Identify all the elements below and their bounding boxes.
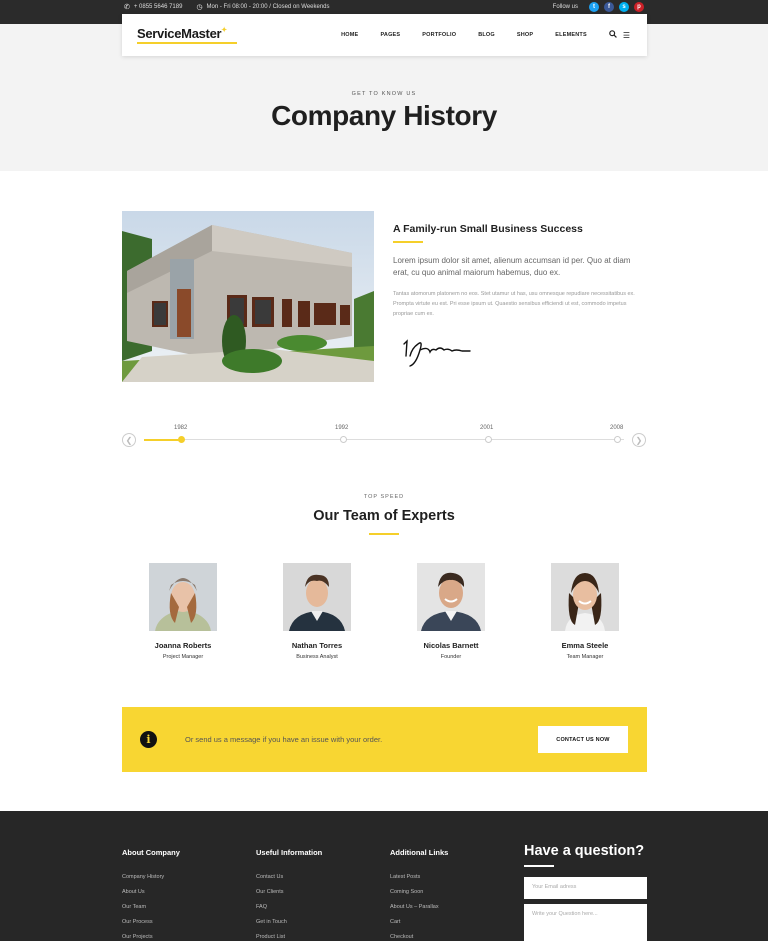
footer-link[interactable]: Cart (390, 919, 400, 925)
footer-link[interactable]: About Us – Parallax (390, 904, 439, 910)
signature-image (398, 330, 478, 370)
pinterest-icon[interactable]: p (634, 2, 644, 12)
footer-link[interactable]: Coming Soon (390, 889, 423, 895)
timeline-year[interactable]: 1992 (335, 425, 348, 431)
contact-banner-text: Or send us a message if you have an issu… (185, 735, 383, 744)
nav-portfolio[interactable]: PORTFOLIO (411, 32, 467, 38)
nav-pages[interactable]: PAGES (369, 32, 411, 38)
about-body-text: Tantas atomorum platonem no eos. Stet ut… (393, 291, 635, 317)
twitter-icon[interactable]: t (589, 2, 599, 12)
footer-link[interactable]: Checkout (390, 934, 413, 940)
contact-banner: i Or send us a message if you have an is… (122, 707, 647, 772)
team-member-card[interactable]: Nicolas Barnett Founder (401, 563, 501, 660)
phone-number: + 0855 5646 7189 (133, 4, 183, 10)
site-logo[interactable]: ServiceMaster✦ (137, 26, 227, 41)
timeline-next-button[interactable]: ❯ (632, 433, 646, 447)
footer-link[interactable]: Product List (256, 934, 285, 940)
team-member-card[interactable]: Emma Steele Team Manager (535, 563, 635, 660)
main-nav: HOME PAGES PORTFOLIO BLOG SHOP ELEMENTS … (330, 14, 633, 56)
site-footer: About Company Company History About Us O… (0, 811, 768, 944)
member-role: Team Manager (566, 654, 604, 660)
question-title: Have a question? (524, 843, 645, 859)
question-field[interactable]: Write your Question here... (524, 904, 647, 944)
footer-column-useful: Useful Information Contact Us Our Client… (256, 848, 376, 940)
member-role: Founder (440, 654, 462, 660)
nav-shop[interactable]: SHOP (506, 32, 544, 38)
nav-blog[interactable]: BLOG (467, 32, 506, 38)
timeline-dot[interactable] (485, 436, 492, 443)
about-heading-underline (393, 241, 423, 243)
footer-column-title: Additional Links (390, 848, 449, 857)
team-eyebrow: TOP SPEED (363, 494, 405, 500)
team-member-card[interactable]: Nathan Torres Business Analyst (267, 563, 367, 660)
building-photo (122, 211, 374, 382)
member-photo (283, 563, 351, 631)
logo-underline (137, 42, 237, 44)
footer-link[interactable]: About Us (122, 889, 145, 895)
email-field[interactable]: Your Email adress (524, 877, 647, 899)
member-name: Nathan Torres (291, 641, 343, 650)
member-photo (149, 563, 217, 631)
footer-link[interactable]: Our Clients (256, 889, 284, 895)
about-heading: A Family-run Small Business Success (393, 223, 583, 235)
main-header: ServiceMaster✦ HOME PAGES PORTFOLIO BLOG… (122, 14, 647, 56)
timeline-dot-active[interactable] (178, 436, 185, 443)
member-name: Joanna Roberts (154, 641, 212, 650)
phone-info: ✆ + 0855 5646 7189 (124, 3, 182, 11)
about-lead-text: Lorem ipsum dolor sit amet, alienum accu… (393, 256, 631, 277)
team-member-card[interactable]: Joanna Roberts Project Manager (133, 563, 233, 660)
member-role: Project Manager (162, 654, 204, 660)
footer-link[interactable]: Company History (122, 874, 164, 880)
footer-link[interactable]: Contact Us (256, 874, 283, 880)
member-photo (417, 563, 485, 631)
info-icon: i (140, 731, 157, 748)
timeline-progress (144, 439, 182, 441)
phone-icon: ✆ (124, 4, 130, 11)
clock-icon: ◷ (196, 4, 203, 11)
hours-info: ◷ Mon - Fri 08:00 - 20:00 / Closed on We… (196, 3, 329, 11)
contact-us-button[interactable]: CONTACT US NOW (538, 726, 628, 753)
timeline-year[interactable]: 1982 (174, 425, 187, 431)
timeline-year[interactable]: 2008 (610, 425, 623, 431)
follow-label: Follow us (552, 4, 578, 10)
footer-column-title: About Company (122, 848, 180, 857)
skype-icon[interactable]: s (619, 2, 629, 12)
search-icon[interactable] (606, 30, 620, 40)
footer-link[interactable]: FAQ (256, 904, 267, 910)
member-name: Emma Steele (561, 641, 609, 650)
team-title: Our Team of Experts (313, 508, 455, 524)
footer-column-about: About Company Company History About Us O… (122, 848, 242, 940)
timeline-year[interactable]: 2001 (480, 425, 493, 431)
footer-link[interactable]: Our Projects (122, 934, 153, 940)
question-title-underline (524, 865, 554, 867)
footer-link[interactable]: Our Process (122, 919, 153, 925)
nav-home[interactable]: HOME (330, 32, 369, 38)
team-title-underline (369, 533, 399, 535)
timeline-track (144, 439, 624, 440)
timeline-prev-button[interactable]: ❮ (122, 433, 136, 447)
footer-link[interactable]: Our Team (122, 904, 146, 910)
member-photo (551, 563, 619, 631)
timeline-dot[interactable] (614, 436, 621, 443)
footer-link[interactable]: Latest Posts (390, 874, 420, 880)
opening-hours: Mon - Fri 08:00 - 20:00 / Closed on Week… (206, 4, 330, 10)
nav-elements[interactable]: ELEMENTS (544, 32, 598, 38)
member-role: Business Analyst (296, 654, 338, 660)
timeline-dot[interactable] (340, 436, 347, 443)
footer-column-additional: Additional Links Latest Posts Coming Soo… (390, 848, 510, 940)
facebook-icon[interactable]: f (604, 2, 614, 12)
menu-icon[interactable]: ☰ (620, 31, 633, 40)
footer-link[interactable]: Get in Touch (256, 919, 287, 925)
footer-column-title: Useful Information (256, 848, 323, 857)
hero-eyebrow: GET TO KNOW US (351, 91, 417, 97)
page-title: Company History (271, 100, 497, 131)
member-name: Nicolas Barnett (423, 641, 479, 650)
